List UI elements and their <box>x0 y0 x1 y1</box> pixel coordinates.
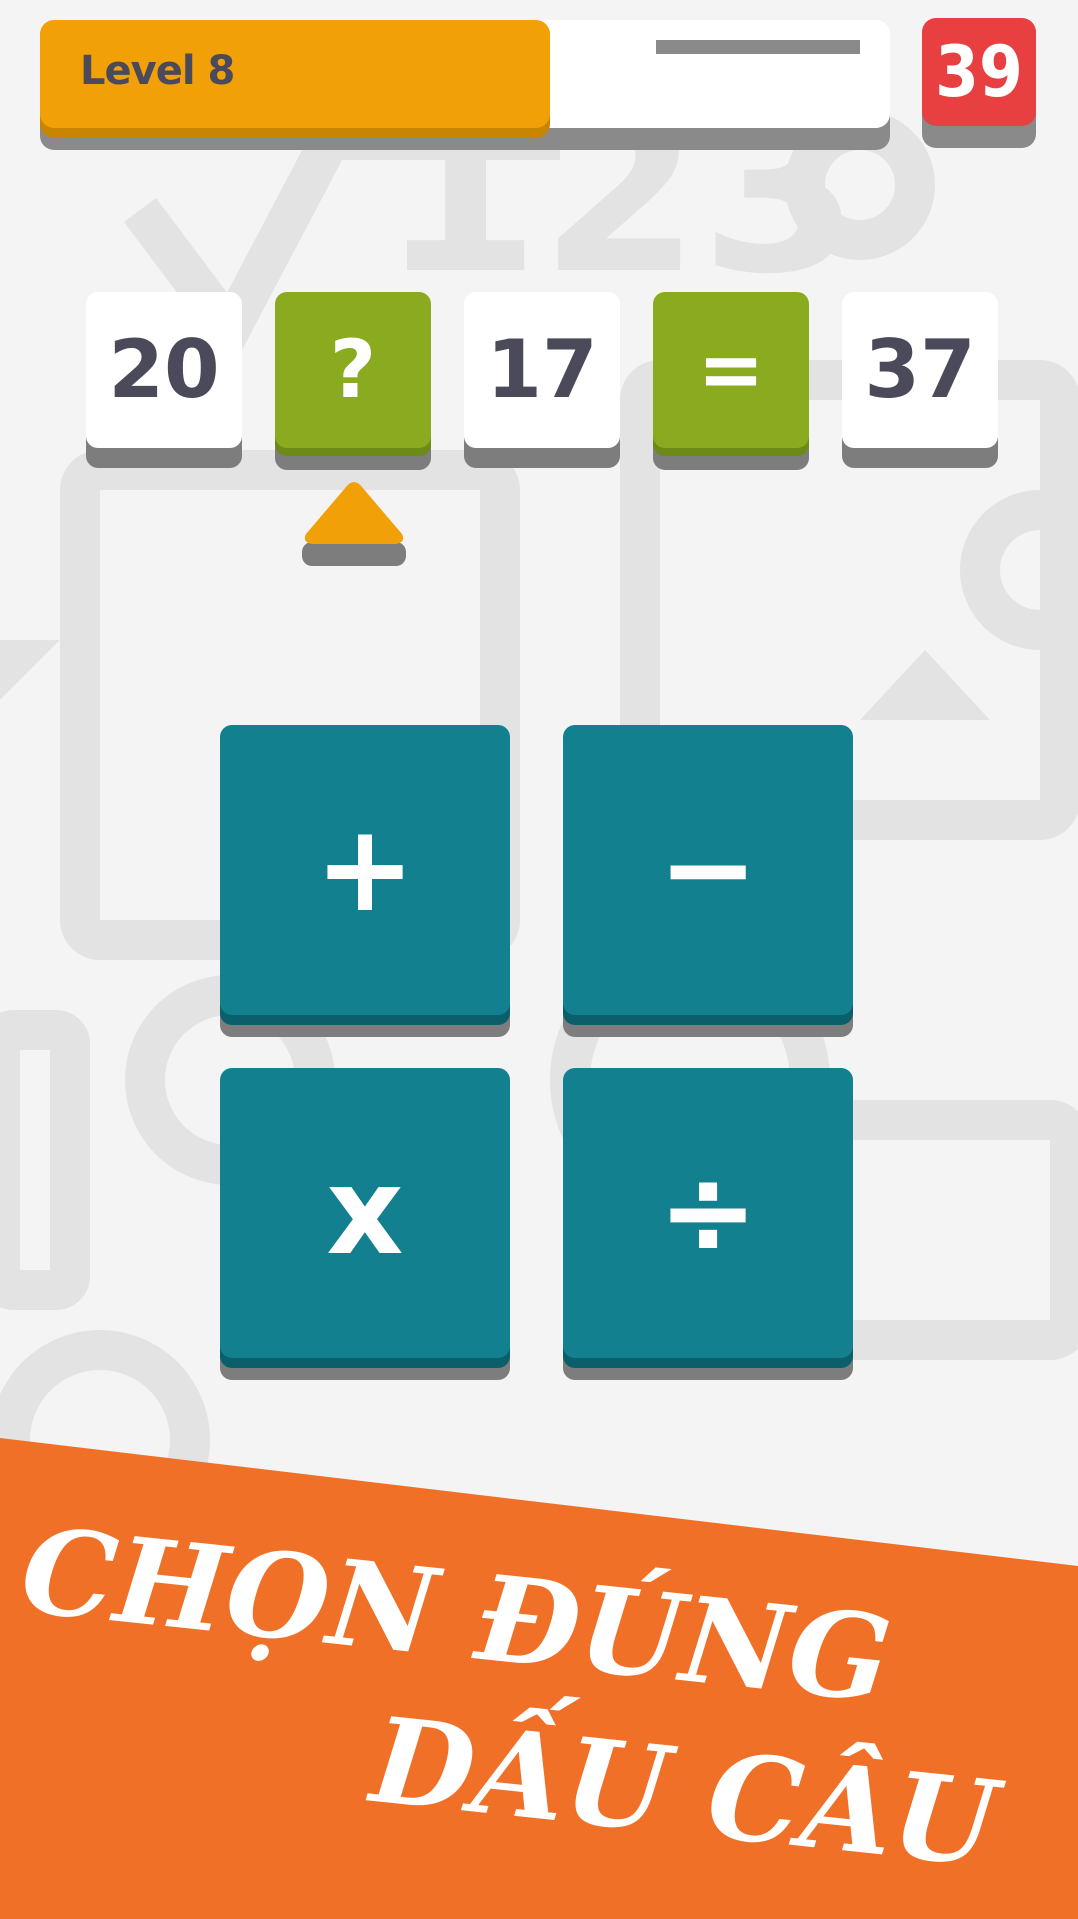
minus-button[interactable]: − <box>563 725 853 1015</box>
left-operand-tile: 20 <box>86 292 242 448</box>
equals-tile: = <box>653 292 809 448</box>
right-operand-tile: 17 <box>464 292 620 448</box>
divide-button[interactable]: ÷ <box>563 1068 853 1358</box>
result-tile: 37 <box>842 292 998 448</box>
slot-pointer-arrow-icon <box>302 482 406 566</box>
multiply-button[interactable]: x <box>220 1068 510 1358</box>
progress-track-stripes <box>656 40 860 54</box>
countdown-timer: 39 <box>922 18 1036 126</box>
operator-slot-tile: ? <box>275 292 431 448</box>
plus-button[interactable]: + <box>220 725 510 1015</box>
level-label: Level 8 <box>80 48 235 94</box>
